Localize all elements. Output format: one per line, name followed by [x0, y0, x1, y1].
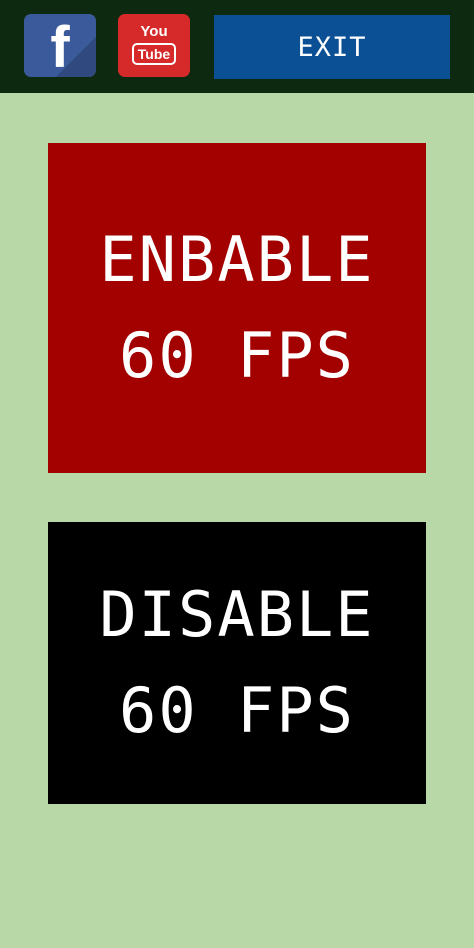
youtube-icon: You Tube: [118, 23, 190, 65]
facebook-button[interactable]: f: [24, 14, 96, 77]
enable-button-line1: ENBABLE: [99, 223, 375, 296]
exit-button[interactable]: EXIT: [214, 15, 450, 79]
youtube-button[interactable]: You Tube: [118, 14, 190, 77]
disable-button-line1: DISABLE: [99, 578, 375, 651]
enable-button-line2: 60 FPS: [119, 319, 355, 392]
disable-button-line2: 60 FPS: [119, 674, 355, 747]
youtube-logo-you: You: [140, 23, 168, 40]
youtube-logo-tube: Tube: [131, 43, 177, 65]
facebook-icon: f: [50, 15, 70, 77]
disable-60fps-button[interactable]: DISABLE 60 FPS: [48, 522, 426, 804]
top-bar: f You Tube EXIT: [0, 0, 474, 93]
enable-60fps-button[interactable]: ENBABLE 60 FPS: [48, 143, 426, 473]
